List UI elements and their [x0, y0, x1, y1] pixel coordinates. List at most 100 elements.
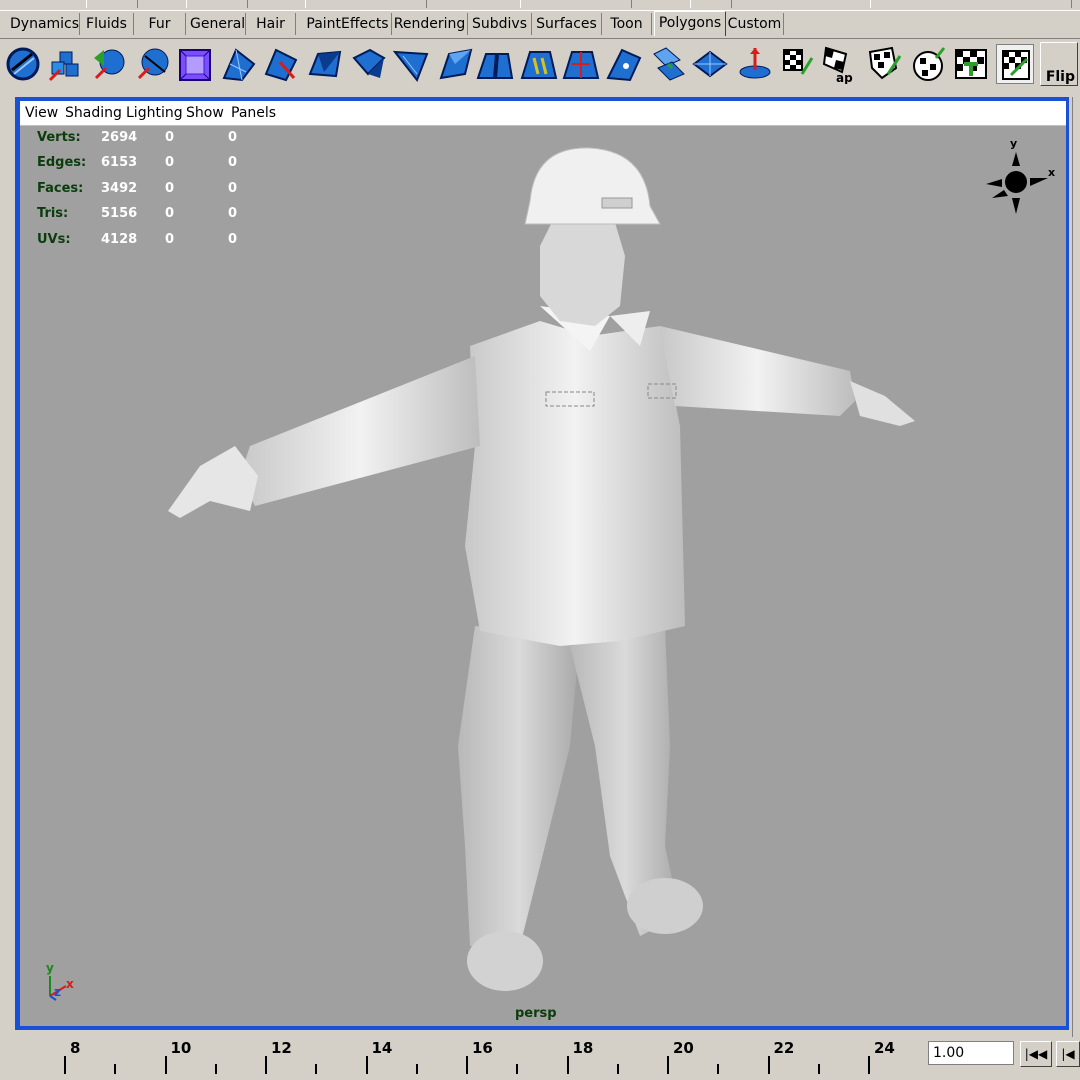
bevel-icon[interactable] — [437, 44, 475, 84]
panel-menu-lighting[interactable]: Lighting — [126, 105, 183, 121]
tab-surfaces[interactable]: Surfaces — [532, 13, 602, 35]
timeline-tick-label: 16 — [472, 1039, 493, 1057]
toolbar-segment — [690, 0, 732, 8]
tab-hair[interactable]: Hair — [246, 13, 296, 35]
time-slider[interactable]: 8 10 12 14 16 18 20 22 24 — [0, 1034, 920, 1080]
panel-menu-show[interactable]: Show — [186, 105, 224, 121]
spherical-mapping-icon[interactable] — [910, 44, 948, 84]
hud-faces-total: 3492 — [101, 181, 138, 196]
hud-verts-label: Verts: — [37, 130, 81, 145]
hud-uvs-total: 4128 — [101, 232, 138, 247]
tab-toon[interactable]: Toon — [602, 13, 652, 35]
timeline-minor-tick — [415, 1064, 418, 1074]
timeline-minor-tick — [214, 1064, 217, 1074]
cylindrical-mapping-icon[interactable] — [866, 44, 904, 84]
timeline-minor-tick — [616, 1064, 619, 1074]
timeline-tick-label: 24 — [874, 1039, 895, 1057]
append-polygon-icon[interactable] — [262, 44, 300, 84]
timeline-major-tick — [667, 1056, 669, 1074]
timeline-minor-tick — [114, 1064, 117, 1074]
merge-vertices-icon[interactable] — [562, 44, 600, 84]
polygon-torus-icon[interactable] — [176, 44, 214, 84]
timeline-tick-label: 8 — [70, 1039, 81, 1057]
uv-texture-editor-icon[interactable] — [996, 44, 1034, 84]
timeline-tick-label: 10 — [170, 1039, 192, 1057]
toolbar-segment — [520, 0, 632, 8]
duplicate-face-icon[interactable] — [692, 44, 730, 84]
timeline-major-tick — [868, 1056, 870, 1074]
timeline-tick-label: 12 — [271, 1039, 292, 1057]
polygon-plane-icon[interactable] — [220, 44, 258, 84]
polygon-cylinder-icon[interactable] — [90, 44, 128, 84]
panel-menu-panels[interactable]: Panels — [231, 105, 276, 121]
polygon-cube-icon[interactable] — [46, 44, 84, 84]
hud-tris-label: Tris: — [37, 206, 69, 221]
timeline-tick-label: 22 — [773, 1039, 795, 1057]
timeline-tick-label: 20 — [673, 1039, 694, 1057]
extract-icon[interactable] — [736, 44, 774, 84]
timeline-major-tick — [365, 1056, 368, 1074]
tab-subdivs[interactable]: Subdivs — [468, 13, 532, 35]
timeline-major-tick — [64, 1056, 66, 1074]
tab-fur[interactable]: Fur — [134, 13, 186, 35]
polygon-shelf: ap Flip — [0, 38, 1080, 91]
polygon-sphere-icon[interactable] — [4, 44, 42, 84]
current-time-field[interactable]: 1.00 — [928, 1041, 1014, 1065]
timeline-major-tick — [767, 1056, 770, 1074]
timeline-minor-tick — [516, 1064, 519, 1074]
svg-text:x: x — [1048, 166, 1055, 179]
panel-menubar: View Shading Lighting Show Panels — [20, 101, 1066, 126]
tab-custom[interactable]: Custom — [726, 13, 784, 35]
panel-menu-view[interactable]: View — [25, 105, 58, 121]
timeline-minor-tick — [817, 1064, 820, 1074]
step-back-key-button[interactable]: |◀ — [1056, 1041, 1080, 1067]
svg-text:ap: ap — [836, 71, 853, 84]
svg-text:y: y — [46, 961, 54, 975]
axis-gizmo-icon: y z x — [46, 961, 74, 1001]
timeline-minor-tick — [717, 1064, 720, 1074]
svg-text:z: z — [54, 985, 61, 999]
perspective-viewport[interactable]: Verts: 2694 0 0 Edges: 6153 0 0 Faces: 3… — [20, 126, 1066, 1026]
tab-fluids[interactable]: Fluids — [80, 13, 134, 35]
camera-name-label: persp — [515, 1006, 557, 1021]
tab-general[interactable]: General — [190, 13, 246, 35]
timeline-major-tick — [466, 1056, 468, 1074]
timeline-tick-label: 14 — [371, 1039, 393, 1057]
tab-dynamics[interactable]: Dynamics — [10, 13, 80, 35]
toolbar-segment — [186, 0, 248, 8]
toolbar-segment — [870, 0, 1072, 8]
smooth-icon[interactable] — [780, 44, 818, 84]
shelf-tabs: Dynamics Fluids Fur General Hair PaintEf… — [0, 11, 1080, 37]
panel-menu-shading[interactable]: Shading — [65, 105, 122, 121]
go-to-start-button[interactable]: |◀◀ — [1020, 1041, 1052, 1067]
split-polygon-icon[interactable] — [306, 44, 344, 84]
timeline-major-tick — [164, 1056, 167, 1074]
hud-uvs-label: UVs: — [37, 232, 71, 247]
flip-button[interactable]: Flip — [1040, 42, 1078, 86]
extrude-face-icon[interactable] — [350, 44, 388, 84]
right-scroll-edge — [1072, 97, 1080, 1037]
subdivide-icon[interactable] — [650, 44, 688, 84]
tab-rendering[interactable]: Rendering — [392, 13, 468, 35]
timeline-major-tick — [566, 1056, 569, 1074]
hud-verts-comp: 0 — [228, 130, 238, 145]
planar-mapping-icon[interactable]: ap — [822, 44, 860, 84]
toolbar-segment — [86, 0, 138, 8]
timeline-major-tick — [265, 1056, 267, 1074]
extrude-edge-icon[interactable] — [393, 44, 431, 84]
wedge-face-icon[interactable] — [476, 44, 514, 84]
hud-verts-total: 2694 — [101, 130, 138, 145]
tab-painteffects[interactable]: PaintEffects — [304, 13, 392, 35]
timeline-tick-label: 18 — [572, 1039, 594, 1057]
hud-edges-total: 6153 — [101, 155, 138, 170]
hud-edges-label: Edges: — [37, 155, 87, 170]
construction-worker-model[interactable] — [140, 146, 920, 1006]
collapse-icon[interactable] — [606, 44, 644, 84]
view-compass-icon[interactable]: y x — [978, 134, 1060, 222]
svg-text:x: x — [66, 977, 74, 991]
polygon-cone-icon[interactable] — [133, 44, 171, 84]
automatic-mapping-icon[interactable] — [952, 44, 990, 84]
poke-face-icon[interactable] — [520, 44, 558, 84]
tab-polygons[interactable]: Polygons — [654, 11, 726, 36]
hud-verts-sel: 0 — [165, 130, 175, 145]
